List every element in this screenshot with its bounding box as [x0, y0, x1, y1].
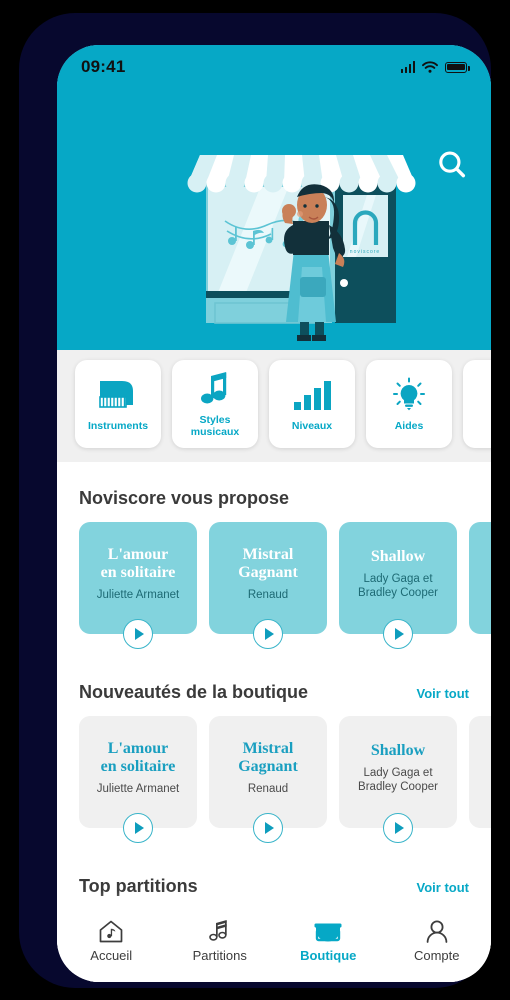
nav-item-compte[interactable]: Compte [383, 906, 492, 982]
category-row: Instruments Styles musicaux Niveaux Aide… [57, 360, 491, 452]
content-scroll-area[interactable]: Noviscore vous propose L'amour en solita… [57, 462, 491, 982]
song-title-line2: Gagnant [238, 758, 298, 775]
see-all-link[interactable]: Voir tout [417, 686, 469, 701]
song-title-line2: Gagnant [238, 564, 298, 581]
song-title-line1: Mistral [242, 740, 294, 757]
phone-frame: noviscore 09:41 Instruments Styles music… [19, 13, 491, 988]
song-card[interactable]: J [469, 716, 491, 828]
song-artist-line1: Lady Gaga et [363, 767, 433, 779]
category-label: Instruments [87, 419, 149, 432]
song-title: Shallow [370, 548, 426, 565]
section-title: Nouveautés de la boutique [79, 682, 309, 702]
status-time: 09:41 [81, 57, 126, 76]
nav-label: Compte [413, 947, 460, 963]
bar-chart-icon [292, 375, 332, 415]
nav-label: Partitions [192, 947, 247, 963]
section-title: Noviscore vous propose [79, 488, 290, 508]
wifi-icon [422, 61, 438, 73]
song-title-line2: en solitaire [100, 758, 176, 775]
shop-icon [313, 918, 343, 944]
category-label: Styles musicaux [191, 414, 239, 438]
home-music-icon [98, 918, 124, 944]
song-artist: Lady Gaga et Bradley Cooper [358, 766, 438, 794]
category-label-line1: Styles [199, 413, 231, 426]
music-shop-storefront-illustration: noviscore [187, 155, 416, 341]
category-card-aides[interactable]: Aides [366, 360, 452, 448]
category-card-partial[interactable]: Me [463, 360, 491, 448]
song-title-line2: en solitaire [100, 564, 176, 581]
person-icon [424, 918, 450, 944]
play-icon[interactable] [253, 619, 283, 649]
play-icon[interactable] [383, 619, 413, 649]
hero-banner: noviscore [57, 45, 491, 350]
category-label: Niveaux [291, 419, 333, 432]
song-card[interactable]: L'amour en solitaire Juliette Armanet [79, 716, 197, 843]
song-artist-line2: Bradley Cooper [358, 781, 438, 793]
search-icon[interactable] [435, 148, 469, 182]
song-artist: Juliette Armanet [96, 783, 180, 795]
music-note-icon [197, 369, 233, 409]
song-card[interactable]: Mistral Gagnant Renaud [209, 716, 327, 843]
song-artist: Lady Gaga et Bradley Cooper [358, 572, 438, 600]
song-title: Mistral Gagnant [238, 546, 298, 582]
status-icons [400, 61, 470, 73]
song-title: L'amour en solitaire [101, 740, 176, 776]
piano-icon [97, 375, 139, 415]
music-notes-icon [206, 918, 234, 944]
play-icon[interactable] [253, 813, 283, 843]
song-artist-line1: Lady Gaga et [363, 573, 433, 585]
svg-text:noviscore: noviscore [350, 249, 380, 255]
song-artist: Juliette Armanet [96, 589, 180, 601]
song-title-line1: L'amour [107, 546, 169, 563]
carousel-proposals[interactable]: L'amour en solitaire Juliette Armanet Mi… [57, 522, 491, 656]
battery-full-icon [445, 61, 470, 73]
song-artist: Renaud [247, 589, 289, 601]
song-artist: Renaud [247, 783, 289, 795]
nav-item-partitions[interactable]: Partitions [166, 906, 275, 982]
song-card[interactable]: Mistral Gagnant Renaud [209, 522, 327, 649]
song-card[interactable]: Shallow Lady Gaga et Bradley Cooper [339, 522, 457, 649]
section-header-new-in-shop: Nouveautés de la boutique Voir tout [57, 682, 491, 703]
category-card-niveaux[interactable]: Niveaux [269, 360, 355, 448]
play-icon[interactable] [123, 813, 153, 843]
song-title-line1: L'amour [107, 740, 169, 757]
song-title: Mistral Gagnant [238, 740, 298, 776]
section-header-proposals: Noviscore vous propose [57, 488, 491, 509]
nav-label: Boutique [300, 947, 357, 963]
song-title-line1: Mistral [242, 546, 294, 563]
section-header-top-sheets: Top partitions Voir tout [57, 876, 491, 897]
app-screen: noviscore 09:41 Instruments Styles music… [57, 45, 491, 982]
song-card[interactable]: L'amour en solitaire Juliette Armanet [79, 522, 197, 649]
nav-item-boutique[interactable]: Boutique [274, 906, 383, 982]
category-label-line2: musicaux [190, 425, 240, 438]
category-label: Aides [394, 419, 424, 432]
category-card-styles-musicaux[interactable]: Styles musicaux [172, 360, 258, 448]
status-bar: 09:41 [57, 45, 491, 89]
play-icon[interactable] [123, 619, 153, 649]
song-title: Shallow [370, 742, 426, 759]
lightbulb-icon [391, 375, 427, 415]
see-all-link[interactable]: Voir tout [417, 880, 469, 895]
nav-label: Accueil [90, 947, 133, 963]
nav-item-accueil[interactable]: Accueil [57, 906, 166, 982]
category-card-instruments[interactable]: Instruments [75, 360, 161, 448]
cellular-signal-icon [400, 61, 415, 73]
carousel-new-in-shop[interactable]: L'amour en solitaire Juliette Armanet Mi… [57, 716, 491, 850]
play-icon[interactable] [383, 813, 413, 843]
song-title: L'amour en solitaire [101, 546, 176, 582]
song-artist-line2: Bradley Cooper [358, 587, 438, 599]
bottom-navigation: Accueil Partitions Boutique Compte [57, 906, 491, 982]
section-title: Top partitions [79, 876, 198, 896]
song-card[interactable]: Shallow Lady Gaga et Bradley Cooper [339, 716, 457, 843]
song-card[interactable]: J [469, 522, 491, 634]
